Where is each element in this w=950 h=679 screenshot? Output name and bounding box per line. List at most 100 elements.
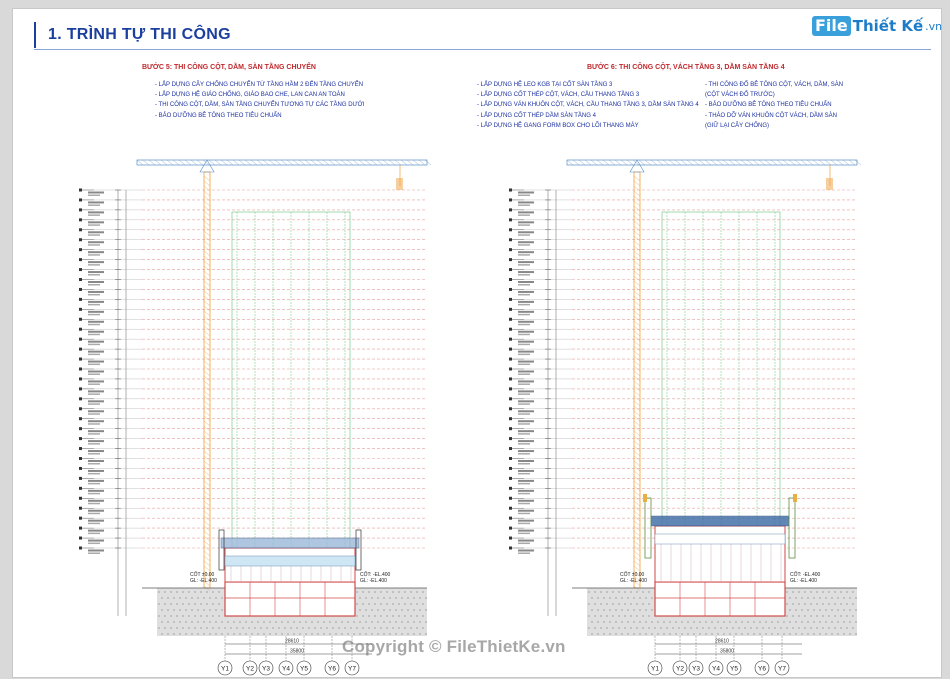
level-symbol <box>79 307 82 311</box>
crane-jib-brace <box>746 159 754 166</box>
crane-mast-brace <box>633 315 641 322</box>
soil-dot <box>822 615 824 617</box>
soil-dot <box>594 627 596 629</box>
level-label <box>518 274 530 276</box>
soil-dot <box>633 597 635 599</box>
soil-dot <box>323 633 325 635</box>
level-label-right: CỐT: -EL.400 <box>790 571 821 578</box>
soil-dot <box>161 609 163 611</box>
level-symbol <box>509 417 512 421</box>
soil-dot <box>828 615 830 617</box>
level-label <box>518 224 530 226</box>
soil-dot <box>389 609 391 611</box>
level-label <box>518 231 534 234</box>
level-label <box>88 323 100 326</box>
soil-dot <box>810 615 812 617</box>
level-symbol <box>79 278 82 281</box>
crane-jib-brace <box>412 159 420 166</box>
soil-dot <box>741 621 743 623</box>
soil-dot <box>630 615 632 617</box>
soil-dot <box>260 627 262 629</box>
soil-dot <box>684 627 686 629</box>
level-symbol <box>79 417 82 421</box>
level-symbol <box>509 198 512 202</box>
soil-dot <box>164 591 166 593</box>
crane-jib-brace <box>184 159 192 166</box>
level-label <box>88 512 100 515</box>
dimension-text: 35800 <box>720 649 734 655</box>
soil-dot <box>311 621 313 623</box>
soil-dot <box>711 621 713 623</box>
level-label <box>88 453 100 455</box>
soil-dot <box>822 591 824 593</box>
crane-jib-brace <box>160 159 168 166</box>
level-symbol <box>79 198 82 202</box>
soil-dot <box>813 597 815 599</box>
soil-dot <box>648 603 650 605</box>
crane-mast-brace <box>633 275 641 282</box>
soil-dot <box>768 627 770 629</box>
soil-dot <box>606 603 608 605</box>
crane-mast-brace <box>633 235 641 242</box>
soil-dot <box>188 603 190 605</box>
crane-mast-brace <box>633 310 641 317</box>
soil-dot <box>732 627 734 629</box>
soil-dot <box>281 633 283 635</box>
level-label <box>518 264 530 266</box>
crane-jib-brace <box>424 159 432 166</box>
soil-dot <box>173 609 175 611</box>
grid-axis-label: Y2 <box>246 666 254 673</box>
level-label <box>88 251 104 254</box>
soil-dot <box>750 627 752 629</box>
bracket-cap <box>643 494 647 502</box>
crane-mast-brace <box>633 240 641 247</box>
crane-jib-brace <box>650 159 658 166</box>
soil-dot <box>759 633 761 635</box>
crane-mast-brace <box>633 280 641 287</box>
soil-dot <box>639 633 641 635</box>
soil-dot <box>594 615 596 617</box>
soil-dot <box>170 603 172 605</box>
soil-dot <box>840 603 842 605</box>
level-label <box>88 479 104 482</box>
crane-mast-brace <box>633 285 641 292</box>
soil-dot <box>840 591 842 593</box>
soil-dot <box>699 633 701 635</box>
crane-mast-brace <box>633 270 641 277</box>
soil-dot <box>855 609 857 611</box>
level-label <box>88 423 100 425</box>
soil-dot <box>603 609 605 611</box>
level-symbol <box>509 238 512 242</box>
level-label <box>88 350 104 353</box>
crane-mast-brace <box>633 295 641 302</box>
soil-dot <box>404 615 406 617</box>
level-symbol <box>509 476 512 480</box>
level-label <box>518 390 534 393</box>
soil-dot <box>326 627 328 629</box>
grid-axis-label: Y1 <box>651 666 659 673</box>
crane-mast-brace <box>203 430 211 437</box>
soil-dot <box>846 603 848 605</box>
soil-dot <box>170 591 172 593</box>
soil-dot <box>407 633 409 635</box>
crane-mast-brace <box>203 535 211 542</box>
crane-jib-brace <box>824 159 832 166</box>
level-label <box>518 281 534 283</box>
crane-jib-brace <box>626 159 634 166</box>
crane-jib-brace <box>334 159 342 166</box>
soil-dot <box>822 603 824 605</box>
crane-mast-brace <box>633 245 641 252</box>
soil-dot <box>164 615 166 617</box>
soil-dot <box>170 627 172 629</box>
level-label <box>518 234 530 236</box>
soil-dot <box>371 597 373 599</box>
soil-dot <box>173 633 175 635</box>
soil-dot <box>167 609 169 611</box>
level-symbol <box>79 447 82 451</box>
soil-dot <box>813 621 815 623</box>
soil-dot <box>218 603 220 605</box>
level-label <box>518 460 534 462</box>
level-symbol <box>79 188 82 192</box>
soil-dot <box>179 621 181 623</box>
dimension-text: 28610 <box>285 639 299 645</box>
